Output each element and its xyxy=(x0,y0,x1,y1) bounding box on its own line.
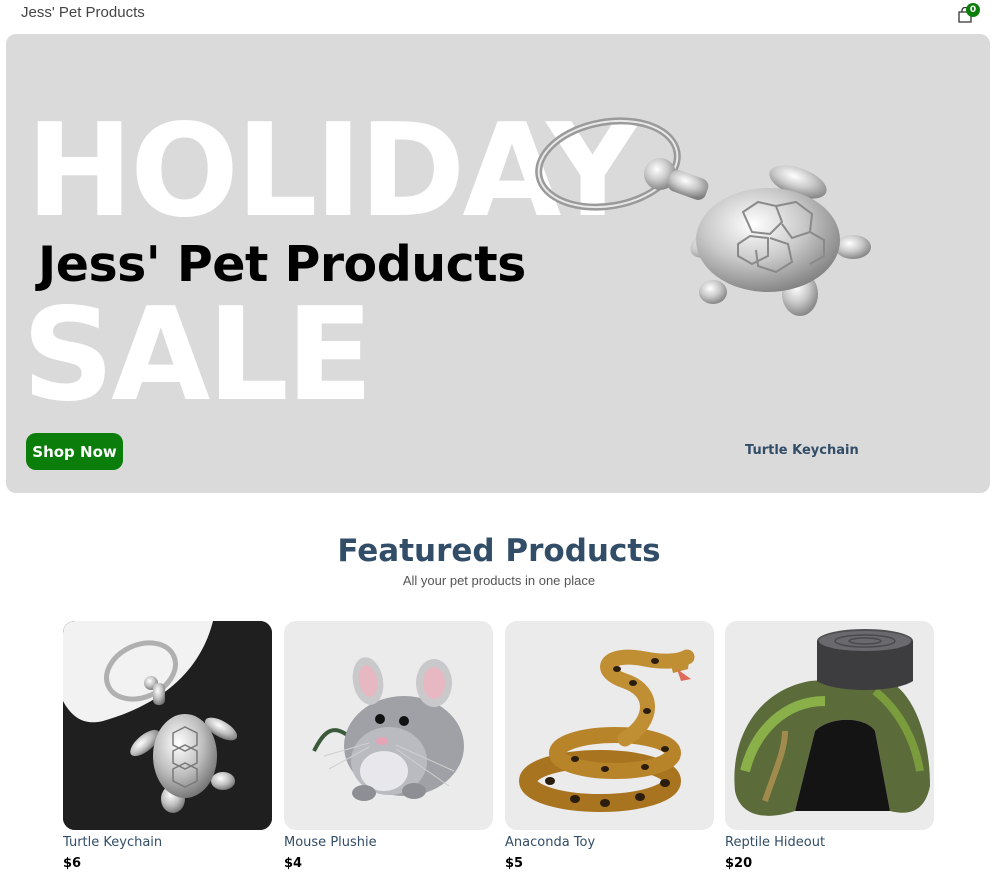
cart-count-badge: 0 xyxy=(966,3,980,17)
product-image[interactable] xyxy=(63,621,272,830)
product-card-mouse-plushie[interactable]: Mouse Plushie $4 xyxy=(284,621,493,873)
turtle-keychain-hero-image xyxy=(535,117,871,316)
hero-banner: HOLIDAY SALE Jess' Pet Products Shop Now xyxy=(6,34,990,493)
product-card-reptile-hideout[interactable]: Reptile Hideout $20 xyxy=(725,621,934,873)
navbar: Jess' Pet Products 0 xyxy=(0,0,998,30)
product-price: $6 xyxy=(63,856,82,871)
anaconda-toy-image xyxy=(519,649,695,812)
turtle-keychain-image xyxy=(63,621,272,830)
site-title-link[interactable]: Jess' Pet Products xyxy=(21,4,145,21)
mouse-plushie-image xyxy=(312,657,464,801)
product-name: Turtle Keychain xyxy=(63,835,163,850)
product-name: Anaconda Toy xyxy=(505,835,596,850)
shop-now-button[interactable]: Shop Now xyxy=(26,433,123,470)
featured-products-subtitle: All your pet products in one place xyxy=(402,573,596,588)
product-image[interactable] xyxy=(505,621,714,830)
cart-button[interactable]: 0 xyxy=(955,3,981,27)
product-price: $5 xyxy=(505,856,524,871)
product-price: $4 xyxy=(284,856,303,871)
reptile-hideout-image xyxy=(734,629,930,816)
product-name: Reptile Hideout xyxy=(725,835,826,850)
product-name: Mouse Plushie xyxy=(284,835,377,850)
product-image[interactable] xyxy=(725,621,934,830)
hero-product-name: Turtle Keychain xyxy=(745,443,859,458)
product-card-anaconda-toy[interactable]: Anaconda Toy $5 xyxy=(505,621,714,873)
featured-products-heading: Featured Products xyxy=(337,533,661,569)
hero-brand-heading: Jess' Pet Products xyxy=(38,236,526,293)
product-card-turtle-keychain[interactable]: Turtle Keychain $6 xyxy=(63,621,272,873)
hero-sale-text: SALE xyxy=(22,281,373,430)
product-price: $20 xyxy=(725,856,753,871)
product-image[interactable] xyxy=(284,621,493,830)
